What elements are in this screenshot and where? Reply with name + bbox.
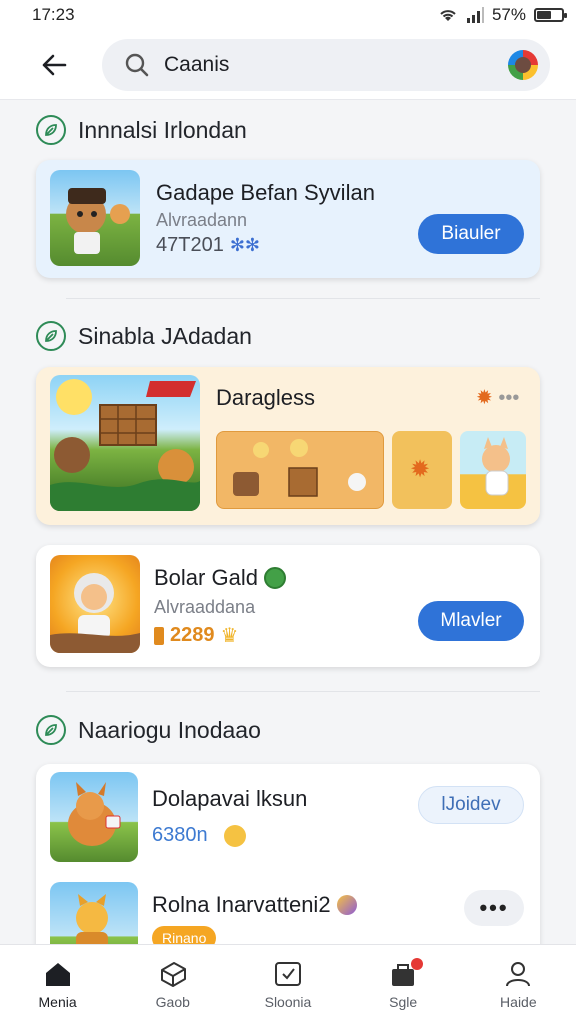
search-header bbox=[0, 30, 576, 100]
notification-badge bbox=[411, 957, 424, 970]
promo-card[interactable]: Daragless ✹ ••• ✹ bbox=[36, 367, 540, 525]
app-meta: 2289 ♛ bbox=[154, 623, 238, 648]
promo-banner-image bbox=[50, 375, 200, 511]
install-button[interactable]: Mlavler bbox=[418, 601, 524, 641]
app-list-card[interactable]: Dolapavai lksun 6380n lJoidev Rolna Inar… bbox=[36, 764, 540, 944]
more-options-icon[interactable]: ✹ ••• bbox=[476, 385, 519, 410]
section-title: Sinabla JAdadan bbox=[78, 322, 252, 349]
search-bar[interactable] bbox=[102, 38, 550, 91]
app-title: Bolar Gald bbox=[154, 565, 286, 591]
badge-icon bbox=[336, 895, 357, 915]
install-button[interactable]: Biauler bbox=[418, 214, 524, 254]
promo-tile-gear[interactable]: ✹ bbox=[392, 431, 452, 509]
app-title-text: Rolna Inarvatteni2 bbox=[152, 892, 331, 917]
bottom-navigation: Menia Gaob Sloonia Sgle Haide bbox=[0, 944, 576, 1024]
app-meta-value: 47T201 bbox=[156, 234, 224, 256]
nav-label: Menia bbox=[38, 993, 77, 1010]
app-meta: 47T201 ✻✻ bbox=[156, 234, 260, 257]
app-thumbnail bbox=[50, 772, 138, 862]
signal-icon bbox=[466, 7, 484, 23]
promo-tile-character[interactable] bbox=[460, 431, 526, 509]
gear-icon: ✻✻ bbox=[229, 235, 261, 255]
leaf-icon bbox=[36, 321, 66, 351]
featured-app-card[interactable]: Gadape Befan Syvilan Alvraadann 47T201 ✻… bbox=[36, 160, 540, 278]
home-icon bbox=[45, 962, 70, 986]
app-tag-text: Rinano bbox=[162, 930, 207, 944]
app-tag: Rinano bbox=[152, 926, 217, 944]
nav-label: Sloonia bbox=[264, 993, 312, 1010]
nav-label: Haide bbox=[500, 993, 537, 1010]
section-title: Naariogu Inodaao bbox=[78, 716, 261, 743]
app-title: Rolna Inarvatteni2 bbox=[152, 892, 357, 918]
arrow-left-icon bbox=[42, 54, 67, 75]
section-header: Naariogu Inodaao bbox=[36, 706, 540, 754]
battery-percent: 57% bbox=[491, 5, 526, 24]
search-input[interactable] bbox=[164, 52, 508, 77]
wifi-icon bbox=[440, 10, 456, 21]
nav-item-games[interactable]: Gaob bbox=[125, 960, 221, 1010]
store-icon bbox=[274, 961, 301, 986]
nav-label: Gaob bbox=[155, 993, 190, 1010]
app-thumbnail bbox=[50, 170, 140, 266]
status-time: 17:23 bbox=[32, 5, 75, 24]
app-meta: 6380n bbox=[152, 824, 246, 847]
divider bbox=[66, 691, 540, 692]
nav-label: Sgle bbox=[389, 993, 418, 1010]
status-icons: 57% bbox=[438, 5, 567, 25]
leaf-icon bbox=[36, 715, 66, 745]
voice-search-icon[interactable] bbox=[508, 49, 538, 80]
app-title: Dolapavai lksun bbox=[152, 786, 308, 811]
app-title: Gadape Befan Syvilan bbox=[156, 180, 375, 205]
app-title-text: Bolar Gald bbox=[154, 565, 258, 590]
app-meta-value: 2289 bbox=[170, 624, 215, 646]
nav-item-profile[interactable]: Haide bbox=[470, 960, 566, 1010]
status-bar: 17:23 57% bbox=[0, 0, 576, 30]
section-header: Innnalsi Irlondan bbox=[36, 100, 540, 160]
app-thumbnail bbox=[50, 555, 140, 653]
profile-icon bbox=[506, 961, 531, 986]
section-title: Innnalsi Irlondan bbox=[78, 116, 247, 143]
emoji-icon bbox=[223, 824, 246, 847]
verified-icon bbox=[263, 567, 286, 589]
nav-item-bag[interactable]: Sgle bbox=[355, 957, 451, 1010]
promo-title: Daragless bbox=[216, 385, 316, 410]
app-thumbnail bbox=[50, 882, 138, 944]
divider bbox=[66, 298, 540, 299]
coin-icon bbox=[154, 626, 164, 645]
nav-item-home[interactable]: Menia bbox=[10, 960, 106, 1010]
promo-tile-items[interactable] bbox=[216, 431, 384, 509]
open-button[interactable]: lJoidev bbox=[418, 786, 524, 824]
back-button[interactable] bbox=[34, 45, 74, 85]
battery-icon bbox=[534, 8, 567, 22]
app-developer: Alvraadann bbox=[156, 210, 248, 230]
more-options-button[interactable]: ••• bbox=[464, 890, 524, 926]
crown-icon: ♛ bbox=[220, 625, 239, 647]
app-card[interactable]: Bolar Gald Alvraaddana 2289 ♛ Mlavler bbox=[36, 545, 540, 667]
leaf-icon bbox=[36, 115, 66, 145]
gear-icon: ✹ bbox=[410, 456, 431, 483]
games-icon bbox=[160, 961, 186, 987]
results-list[interactable]: Innnalsi Irlondan Gadape Befan Syvilan A… bbox=[0, 100, 576, 944]
section-header: Sinabla JAdadan bbox=[36, 313, 540, 359]
nav-item-store[interactable]: Sloonia bbox=[240, 960, 336, 1010]
app-meta-value: 6380n bbox=[152, 824, 208, 846]
search-icon bbox=[125, 53, 149, 76]
app-developer: Alvraaddana bbox=[154, 597, 256, 617]
